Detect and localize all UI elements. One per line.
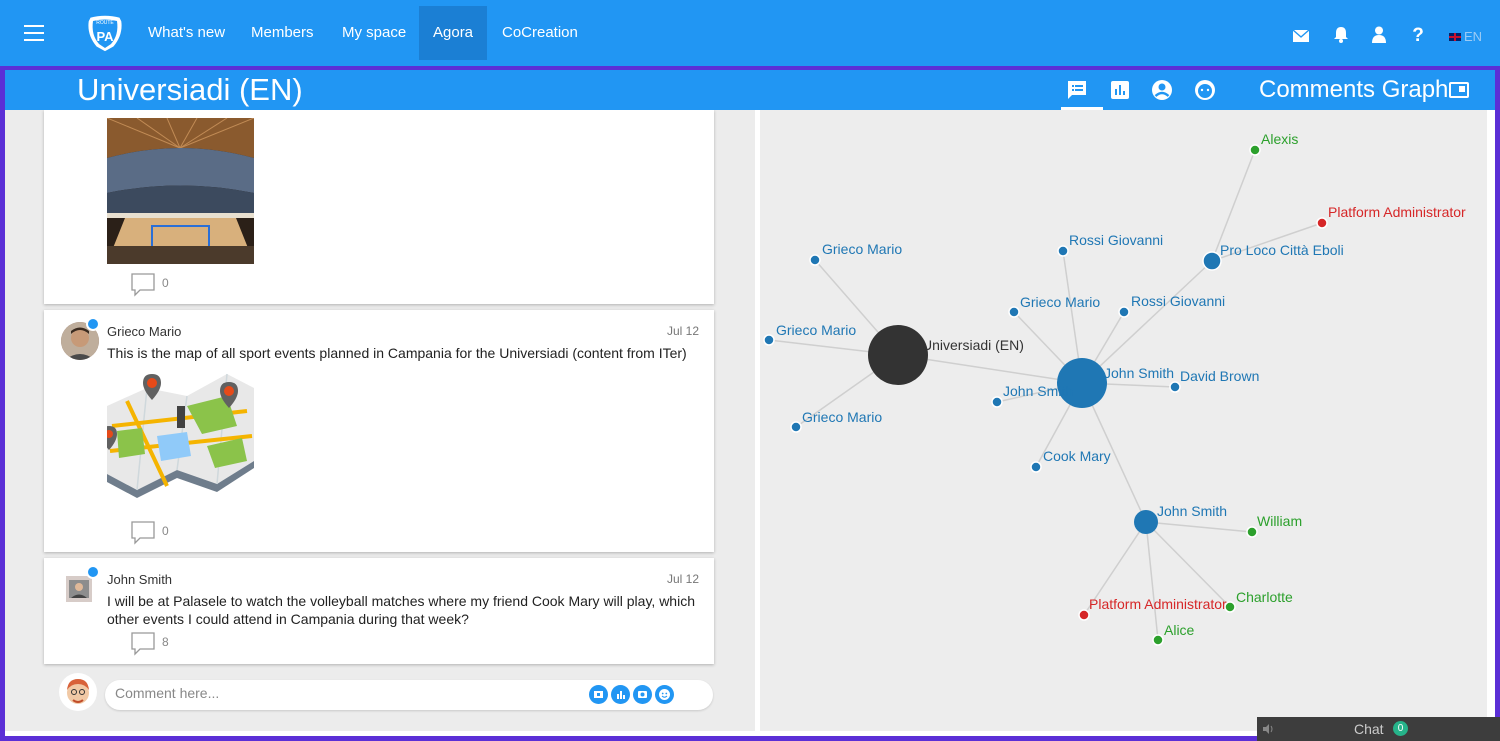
online-badge-icon — [86, 317, 100, 331]
comment-box — [105, 680, 713, 710]
avatar[interactable] — [66, 576, 92, 602]
comment-bubble-icon[interactable] — [131, 521, 155, 550]
nav-my-space[interactable]: My space — [328, 6, 420, 60]
post-card: John Smith Jul 12 I will be at Palasele … — [44, 558, 714, 664]
graph-node-admin2[interactable] — [1078, 609, 1090, 621]
nav-agora[interactable]: Agora — [419, 6, 487, 60]
graph-node-proloco[interactable] — [1202, 251, 1222, 271]
post-date: Jul 12 — [666, 324, 699, 338]
graph-label-william: William — [1257, 513, 1302, 529]
graph-node-admin1[interactable] — [1316, 217, 1328, 229]
add-media-icon[interactable] — [589, 685, 608, 704]
account-circle-icon[interactable] — [1150, 78, 1174, 102]
chat-label: Chat — [1354, 721, 1384, 737]
comment-count: 0 — [162, 524, 169, 538]
user-icon[interactable] — [1372, 26, 1386, 48]
graph-label-rossi2: Rossi Giovanni — [1131, 293, 1225, 309]
speaker-icon[interactable] — [1263, 724, 1275, 734]
graph-label-grieco1: Grieco Mario — [822, 241, 902, 257]
comments-graph[interactable]: Universiadi (EN) Grieco Mario Grieco Mario… — [760, 110, 1487, 731]
post-author[interactable]: Grieco Mario — [107, 324, 181, 339]
graph-node-william[interactable] — [1246, 526, 1258, 538]
graph-label-david: David Brown — [1180, 368, 1259, 384]
graph-label-johnsmith-small: John Smith — [1003, 383, 1073, 399]
graph-label-johnsmith-lower: John Smith — [1157, 503, 1227, 519]
graph-label-admin1: Platform Administrator — [1328, 204, 1466, 220]
chat-unread-badge: 0 — [1393, 721, 1408, 736]
nav-whats-new[interactable]: What's new — [134, 6, 239, 60]
post-text: I will be at Palasele to watch the volle… — [107, 593, 695, 627]
graph-label-cook: Cook Mary — [1043, 448, 1111, 464]
help-icon[interactable]: ? — [1412, 24, 1424, 49]
post-date: Jul 12 — [666, 572, 699, 586]
svg-text:?: ? — [1412, 25, 1424, 44]
comment-bubble-icon[interactable] — [131, 632, 155, 661]
graph-label-grieco3: Grieco Mario — [802, 409, 882, 425]
chat-bar[interactable]: Chat 0 — [1257, 717, 1500, 741]
comment-input[interactable] — [115, 685, 575, 701]
graph-node-cook[interactable] — [1030, 461, 1042, 473]
graph-node-alexis[interactable] — [1249, 144, 1261, 156]
bell-icon[interactable] — [1333, 26, 1349, 48]
graph-label-charlotte: Charlotte — [1236, 589, 1293, 605]
svg-text:ROUTE: ROUTE — [96, 20, 114, 26]
graph-node-johnsmith-lower[interactable] — [1134, 510, 1158, 534]
graph-edge — [1145, 521, 1231, 608]
svg-text:PA: PA — [96, 29, 114, 44]
toggle-panel-icon[interactable] — [1447, 78, 1471, 102]
post-card: 0 — [44, 110, 714, 304]
post-card: Grieco Mario Jul 12 This is the map of a… — [44, 310, 714, 552]
graph-node-grieco3[interactable] — [790, 421, 802, 433]
graph-label-proloco: Pro Loco Città Eboli — [1220, 242, 1344, 258]
graph-node-rossi2[interactable] — [1118, 306, 1130, 318]
top-navbar: ROUTE PA What's new Members My space Ago… — [0, 0, 1500, 66]
uk-flag-icon — [1449, 33, 1461, 41]
graph-label-alice: Alice — [1164, 622, 1195, 638]
comments-graph-title: Comments Graph — [1259, 76, 1449, 103]
online-badge-icon — [86, 565, 100, 579]
my-avatar[interactable] — [59, 673, 97, 711]
comments-graph-panel: Universiadi (EN) Grieco Mario Grieco Mario… — [760, 110, 1487, 731]
nav-members[interactable]: Members — [237, 6, 328, 60]
menu-icon[interactable] — [24, 25, 44, 41]
add-poll-icon[interactable] — [611, 685, 630, 704]
arena-photo[interactable] — [107, 118, 254, 264]
graph-node-johnsmith-small[interactable] — [991, 396, 1003, 408]
graph-label-alexis: Alexis — [1261, 131, 1298, 147]
post-author[interactable]: John Smith — [107, 572, 172, 587]
graph-node-rossi1[interactable] — [1057, 245, 1069, 257]
graph-node-alice[interactable] — [1152, 634, 1164, 646]
graph-node-grieco1[interactable] — [809, 254, 821, 266]
nav-cocreation[interactable]: CoCreation — [488, 6, 592, 60]
camera-icon[interactable] — [633, 685, 652, 704]
page-title: Universiadi (EN) — [77, 72, 303, 107]
graph-label-grieco4: Grieco Mario — [1020, 294, 1100, 310]
agora-subheader: Universiadi (EN) Comments Graph — [5, 70, 1495, 110]
graph-node-grieco2[interactable] — [763, 334, 775, 346]
graph-edge — [1145, 521, 1159, 641]
comment-count: 8 — [162, 635, 169, 649]
comments-view-icon[interactable] — [1065, 78, 1089, 102]
mail-icon[interactable] — [1292, 29, 1310, 47]
map-image[interactable] — [101, 366, 254, 498]
graph-node-david[interactable] — [1169, 381, 1181, 393]
emoji-icon[interactable] — [655, 685, 674, 704]
graph-node-universiadi[interactable] — [868, 325, 928, 385]
graph-label-admin2: Platform Administrator — [1089, 596, 1227, 612]
post-text: This is the map of all sport events plan… — [107, 345, 687, 361]
posts-column: 0 Grieco Mario Jul 12 This is the map of… — [5, 110, 755, 731]
graph-label-rossi1: Rossi Giovanni — [1069, 232, 1163, 248]
graph-edge — [1145, 521, 1253, 533]
poll-chart-icon[interactable] — [1108, 78, 1132, 102]
comment-count: 0 — [162, 276, 169, 290]
language-selector[interactable]: EN — [1449, 29, 1482, 44]
face-icon[interactable] — [1193, 78, 1217, 102]
route-to-pa-logo[interactable]: ROUTE PA — [84, 13, 126, 53]
graph-label-johnsmith-main: John Smith — [1104, 365, 1174, 381]
graph-node-grieco4[interactable] — [1008, 306, 1020, 318]
comment-bubble-icon[interactable] — [131, 273, 155, 302]
language-label: EN — [1464, 29, 1483, 44]
graph-label-universiadi: Universiadi (EN) — [922, 337, 1024, 353]
graph-label-grieco2: Grieco Mario — [776, 322, 856, 338]
